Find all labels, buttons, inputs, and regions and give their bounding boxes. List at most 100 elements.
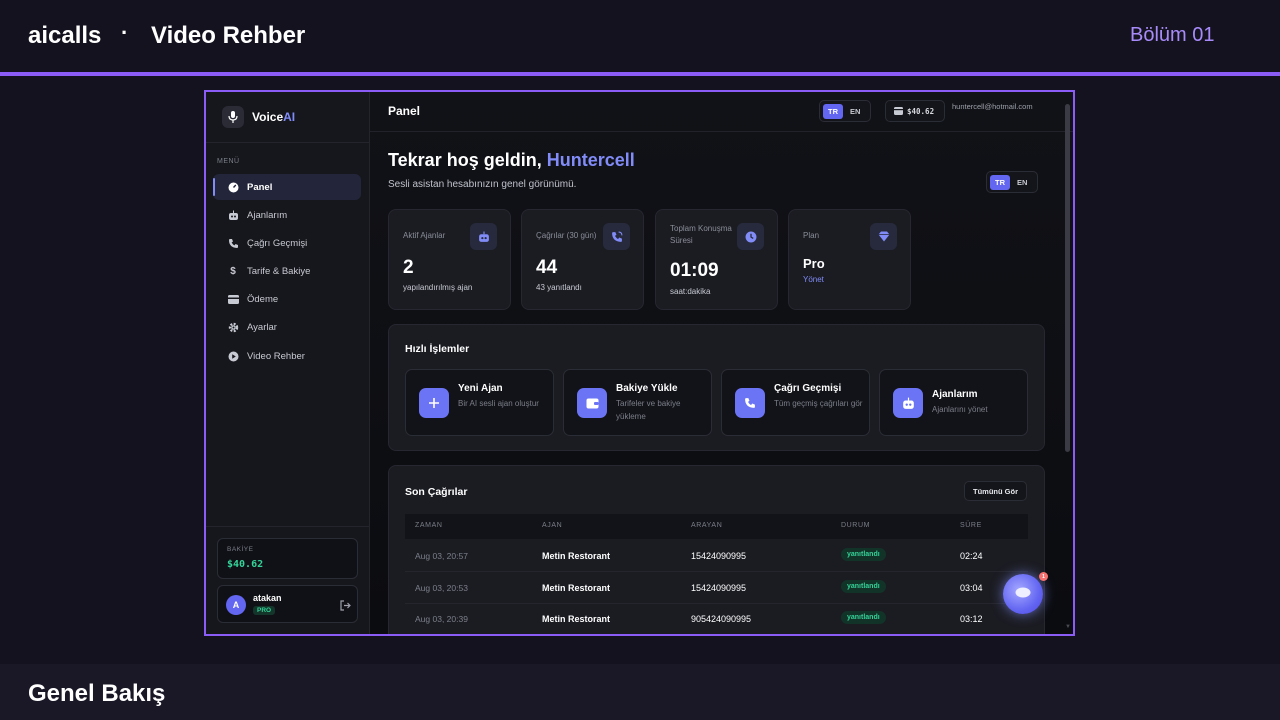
- gear-icon: [227, 321, 239, 333]
- stat-card-calls: Çağrılar (30 gün) 44 43 yanıtlandı: [521, 209, 644, 310]
- gauge-icon: [227, 181, 239, 193]
- table-header: ZAMAN AJAN ARAYAN DURUM SÜRE: [405, 514, 1028, 539]
- quick-action-desc: Tarifeler ve bakiye yükleme: [616, 399, 681, 421]
- stat-card-plan: Plan Pro Yönet: [788, 209, 911, 310]
- quick-action-new-agent[interactable]: Yeni Ajan Bir AI sesli ajan oluştur: [405, 369, 554, 436]
- user-name: atakan: [253, 593, 282, 603]
- table-row[interactable]: Aug 03, 20:53 Metin Restorant 1542409099…: [405, 572, 1028, 604]
- sidebar-item-label: Tarife & Bakiye: [247, 265, 311, 277]
- brand-separator: ·: [121, 20, 129, 45]
- footer-bar: [0, 664, 1280, 720]
- top-bar: Panel TR EN $40.62 huntercell@hotmail.co…: [370, 92, 1073, 132]
- balance-card: BAKİYE $40.62: [217, 538, 358, 579]
- main-content: Panel TR EN $40.62 huntercell@hotmail.co…: [370, 92, 1073, 634]
- quick-action-call-history[interactable]: Çağrı Geçmişi Tüm geçmiş çağrıları gör: [721, 369, 870, 436]
- stat-card-active-agents: Aktif Ajanlar 2 yapılandırılmış ajan: [388, 209, 511, 310]
- language-toggle: TR EN: [819, 100, 872, 122]
- lang-en-button[interactable]: EN: [845, 104, 865, 119]
- phone-call-icon: [603, 223, 630, 250]
- logout-icon[interactable]: [340, 598, 352, 611]
- quick-action-title: Ajanlarım: [932, 389, 978, 400]
- table-row[interactable]: Aug 03, 20:39 Metin Restorant 9054240909…: [405, 603, 1028, 634]
- lang-tr-button[interactable]: TR: [823, 103, 843, 119]
- wallet-icon: [894, 107, 903, 115]
- quick-action-top-up[interactable]: Bakiye Yükle Tarifeler ve bakiye yükleme: [563, 369, 712, 436]
- clock-icon: [737, 223, 764, 250]
- section-caption: Genel Bakış: [28, 680, 166, 707]
- stat-sub: saat:dakika: [670, 287, 711, 296]
- robot-icon: [893, 388, 923, 418]
- quick-action-agents[interactable]: Ajanlarım Ajanlarını yönet: [879, 369, 1028, 436]
- stat-value: 01:09: [670, 260, 719, 281]
- balance-pill-value: $40.62: [907, 106, 935, 116]
- lang-en-button[interactable]: EN: [1012, 175, 1032, 190]
- chapter-label: Bölüm 01: [1130, 24, 1215, 46]
- sidebar-divider: [206, 142, 370, 143]
- diamond-icon: [870, 223, 897, 250]
- header-divider: [0, 72, 1280, 76]
- stat-card-talk-time: Toplam Konuşma Süresi 01:09 saat:dakika: [655, 209, 778, 310]
- play-icon: [227, 350, 239, 362]
- wallet-icon: [577, 388, 607, 418]
- app-logo[interactable]: VoiceAI: [252, 110, 295, 124]
- sidebar: VoiceAI MENÜ Panel Ajanlarım Çağrı Geçmi…: [206, 92, 370, 634]
- call-caller: 15424090995: [691, 583, 747, 593]
- balance-label: BAKİYE: [227, 546, 254, 553]
- balance-pill[interactable]: $40.62: [885, 100, 945, 122]
- scroll-down-icon[interactable]: ▼: [1065, 624, 1071, 630]
- column-header: ZAMAN: [415, 522, 443, 529]
- column-header: SÜRE: [960, 522, 982, 529]
- scrollbar[interactable]: [1065, 104, 1070, 452]
- sidebar-item-agents[interactable]: Ajanlarım: [213, 202, 361, 228]
- chat-bubble-icon: [1015, 585, 1031, 603]
- sidebar-item-label: Çağrı Geçmişi: [247, 237, 308, 249]
- microphone-icon: [222, 106, 244, 128]
- sidebar-item-video-guide[interactable]: Video Rehber: [213, 343, 361, 369]
- balance-value: $40.62: [227, 559, 264, 570]
- sidebar-item-tariff[interactable]: $ Tarife & Bakiye: [213, 258, 361, 284]
- quick-action-title: Yeni Ajan: [458, 383, 503, 394]
- sidebar-item-payment[interactable]: Ödeme: [213, 286, 361, 312]
- notification-badge: 1: [1039, 572, 1048, 581]
- app-screenshot-frame: VoiceAI MENÜ Panel Ajanlarım Çağrı Geçmi…: [204, 90, 1075, 636]
- menu-label: MENÜ: [217, 158, 240, 165]
- quick-action-desc: Tüm geçmiş çağrıları gör: [774, 399, 863, 408]
- brand-name: aicalls: [28, 22, 102, 49]
- sidebar-divider: [206, 526, 370, 527]
- status-badge: yanıtlandı: [841, 611, 886, 624]
- call-agent: Metin Restorant: [542, 551, 611, 561]
- call-time: Aug 03, 20:53: [415, 583, 468, 593]
- sidebar-item-panel[interactable]: Panel: [213, 174, 361, 200]
- lang-tr-button[interactable]: TR: [990, 174, 1010, 190]
- sidebar-item-call-history[interactable]: Çağrı Geçmişi: [213, 230, 361, 256]
- card-icon: [227, 293, 239, 305]
- call-agent: Metin Restorant: [542, 583, 611, 593]
- section-title: Son Çağrılar: [405, 486, 468, 498]
- recent-calls-panel: Son Çağrılar Tümünü Gör ZAMAN AJAN ARAYA…: [388, 465, 1045, 634]
- welcome-subtitle: Sesli asistan hesabınızın genel görünümü…: [388, 179, 577, 190]
- column-header: ARAYAN: [691, 522, 723, 529]
- quick-action-title: Bakiye Yükle: [616, 383, 678, 394]
- plus-icon: [419, 388, 449, 418]
- table-row[interactable]: Aug 03, 20:57 Metin Restorant 1542409099…: [405, 540, 1028, 572]
- call-agent: Metin Restorant: [542, 614, 611, 624]
- status-badge: yanıtlandı: [841, 548, 886, 561]
- sidebar-item-label: Video Rehber: [247, 350, 305, 362]
- status-badge: yanıtlandı: [841, 580, 886, 593]
- quick-action-desc: Bir AI sesli ajan oluştur: [458, 399, 539, 408]
- view-all-button[interactable]: Tümünü Gör: [964, 481, 1027, 501]
- stat-sub: 43 yanıtlandı: [536, 283, 582, 292]
- welcome-heading: Tekrar hoş geldin, Huntercell: [388, 150, 635, 170]
- user-card[interactable]: A atakan PRO: [217, 585, 358, 623]
- sidebar-item-settings[interactable]: Ayarlar: [213, 314, 361, 340]
- language-toggle: TR EN: [986, 171, 1039, 193]
- quick-actions-panel: Hızlı İşlemler Yeni Ajan Bir AI sesli aj…: [388, 324, 1045, 451]
- column-header: AJAN: [542, 522, 563, 529]
- call-duration: 03:04: [960, 583, 983, 593]
- plan-badge: PRO: [253, 606, 276, 615]
- manage-plan-link[interactable]: Yönet: [803, 275, 824, 284]
- section-title: Hızlı İşlemler: [405, 343, 470, 355]
- column-header: DURUM: [841, 522, 871, 529]
- quick-action-title: Çağrı Geçmişi: [774, 383, 842, 394]
- chat-launcher-button[interactable]: [1003, 574, 1043, 614]
